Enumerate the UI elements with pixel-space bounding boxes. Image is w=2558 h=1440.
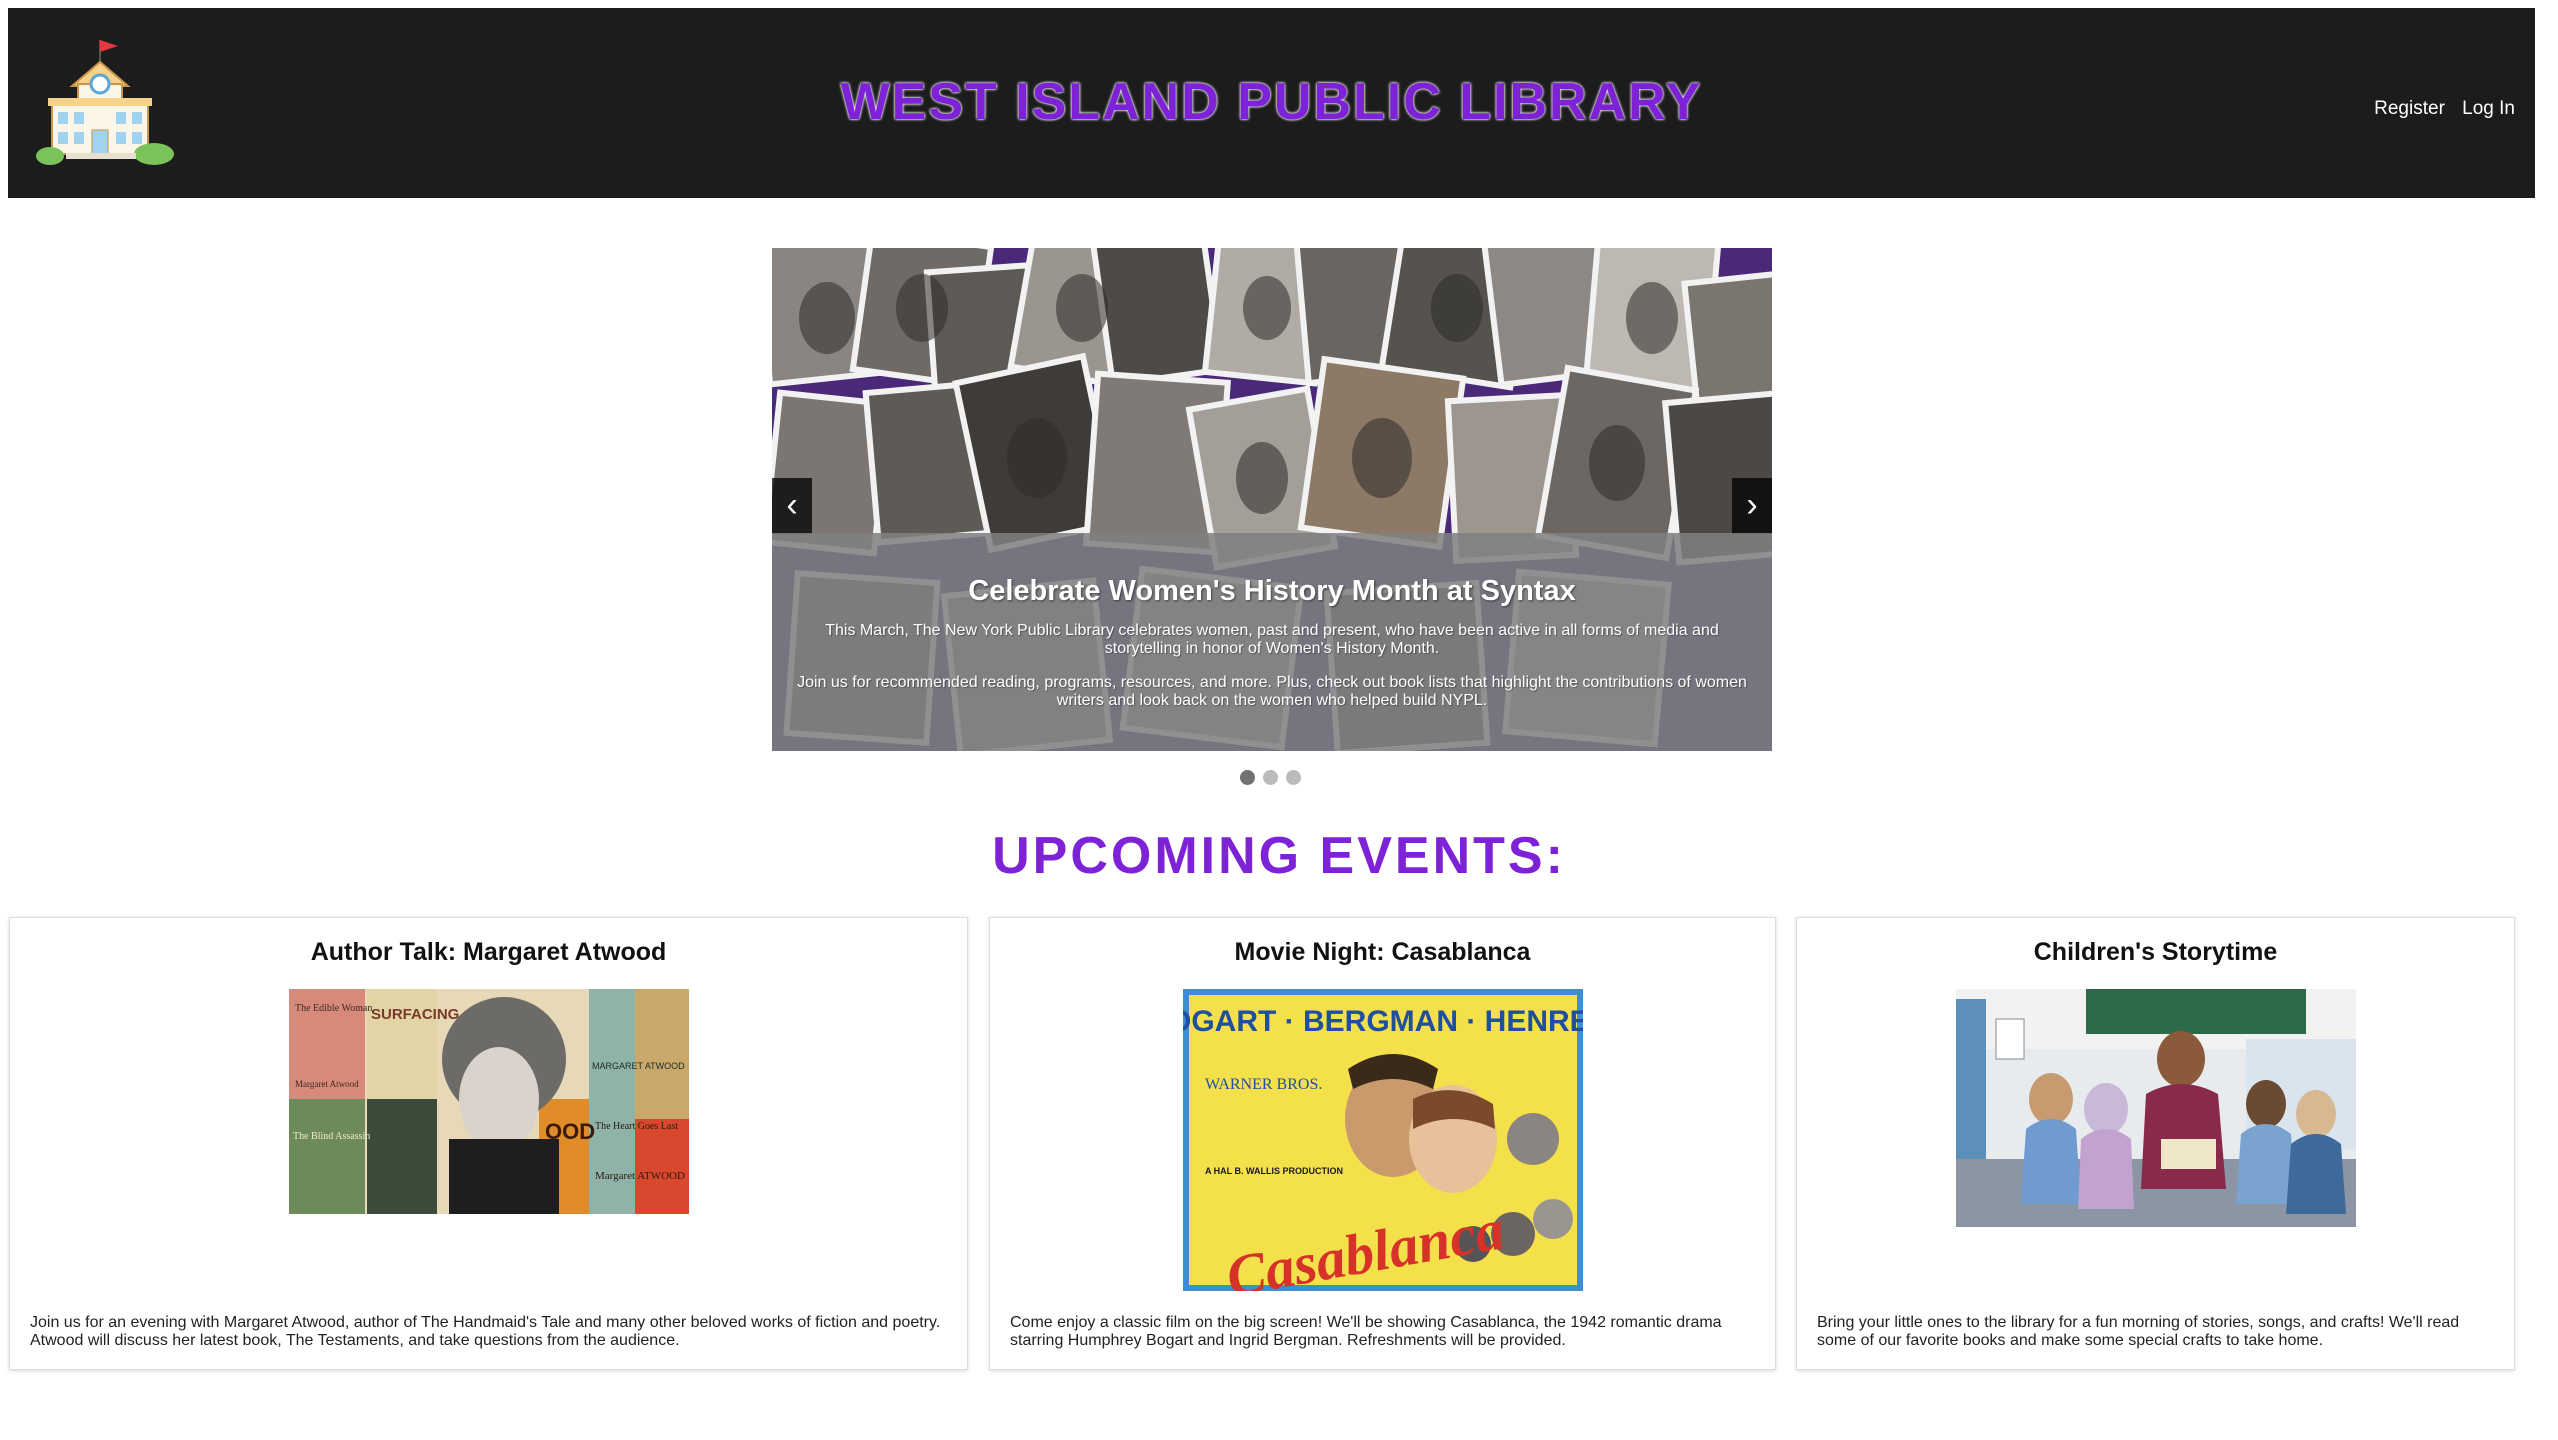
register-link[interactable]: Register <box>2374 98 2445 119</box>
slide-caption: Celebrate Women's History Month at Synta… <box>772 533 1772 751</box>
hero-slider: ‹ › Celebrate Women's History Month at S… <box>772 248 1772 751</box>
event-description: Bring your little ones to the library fo… <box>1817 1314 2460 1349</box>
slider-dot-3[interactable] <box>1286 770 1301 785</box>
events-heading: UPCOMING EVENTS: <box>992 827 1566 885</box>
slider-dot-1[interactable] <box>1240 770 1255 785</box>
event-card-storytime[interactable]: Children's Storytime Bring your little o… <box>1796 917 2515 1370</box>
book-cover-text: Margaret Atwood <box>295 1079 359 1089</box>
book-cover-text: OOD <box>545 1119 595 1144</box>
book-cover-text: MARGARET ATWOOD <box>592 1061 685 1071</box>
event-title: Movie Night: Casablanca <box>1234 938 1531 966</box>
slide-paragraph-1: This March, The New York Public Library … <box>825 622 1719 657</box>
childrens-storytime-image <box>1955 989 2356 1227</box>
slide-paragraph-2: Join us for recommended reading, program… <box>797 674 1747 709</box>
book-cover-text: SURFACING <box>371 1006 459 1023</box>
login-link[interactable]: Log In <box>2462 98 2515 119</box>
slide-title: Celebrate Women's History Month at Synta… <box>968 575 1576 607</box>
book-cover-text: The Heart Goes Last <box>595 1121 678 1132</box>
slider-dot-2[interactable] <box>1263 770 1278 785</box>
slider-prev-arrow-icon[interactable]: ‹ <box>772 478 812 534</box>
event-title: Children's Storytime <box>2033 938 2278 966</box>
slider-next-arrow-icon[interactable]: › <box>1732 478 1772 534</box>
site-header: WEST ISLAND PUBLIC LIBRARY Register Log … <box>8 8 2535 198</box>
event-description: Join us for an evening with Margaret Atw… <box>30 1314 941 1349</box>
casablanca-poster-image: BOGART · BERGMAN · HENREID WARNER BROS. … <box>1182 989 1583 1291</box>
poster-production-text: A HAL B. WALLIS PRODUCTION <box>1205 1166 1343 1176</box>
auth-links: Register Log In <box>2362 98 2515 120</box>
site-title: WEST ISLAND PUBLIC LIBRARY <box>840 73 1703 131</box>
book-cover-text: The Edible Woman <box>295 1003 372 1014</box>
book-cover-text: The Blind Assassin <box>293 1131 370 1142</box>
margaret-atwood-image: The Edible Woman SURFACING Margaret Atwo… <box>288 989 689 1214</box>
book-cover-text: Margaret ATWOOD <box>595 1170 685 1182</box>
poster-studio-text: WARNER BROS. <box>1205 1076 1322 1093</box>
event-description: Come enjoy a classic film on the big scr… <box>1010 1314 1722 1349</box>
event-card-author-talk[interactable]: Author Talk: Margaret Atwood The Edible … <box>9 917 968 1370</box>
event-title: Author Talk: Margaret Atwood <box>310 938 667 966</box>
poster-cast-text: BOGART · BERGMAN · HENREID <box>1183 1005 1583 1038</box>
event-card-movie-night[interactable]: Movie Night: Casablanca BOGART · BERGMAN… <box>989 917 1776 1370</box>
slider-dots <box>1240 770 1301 785</box>
